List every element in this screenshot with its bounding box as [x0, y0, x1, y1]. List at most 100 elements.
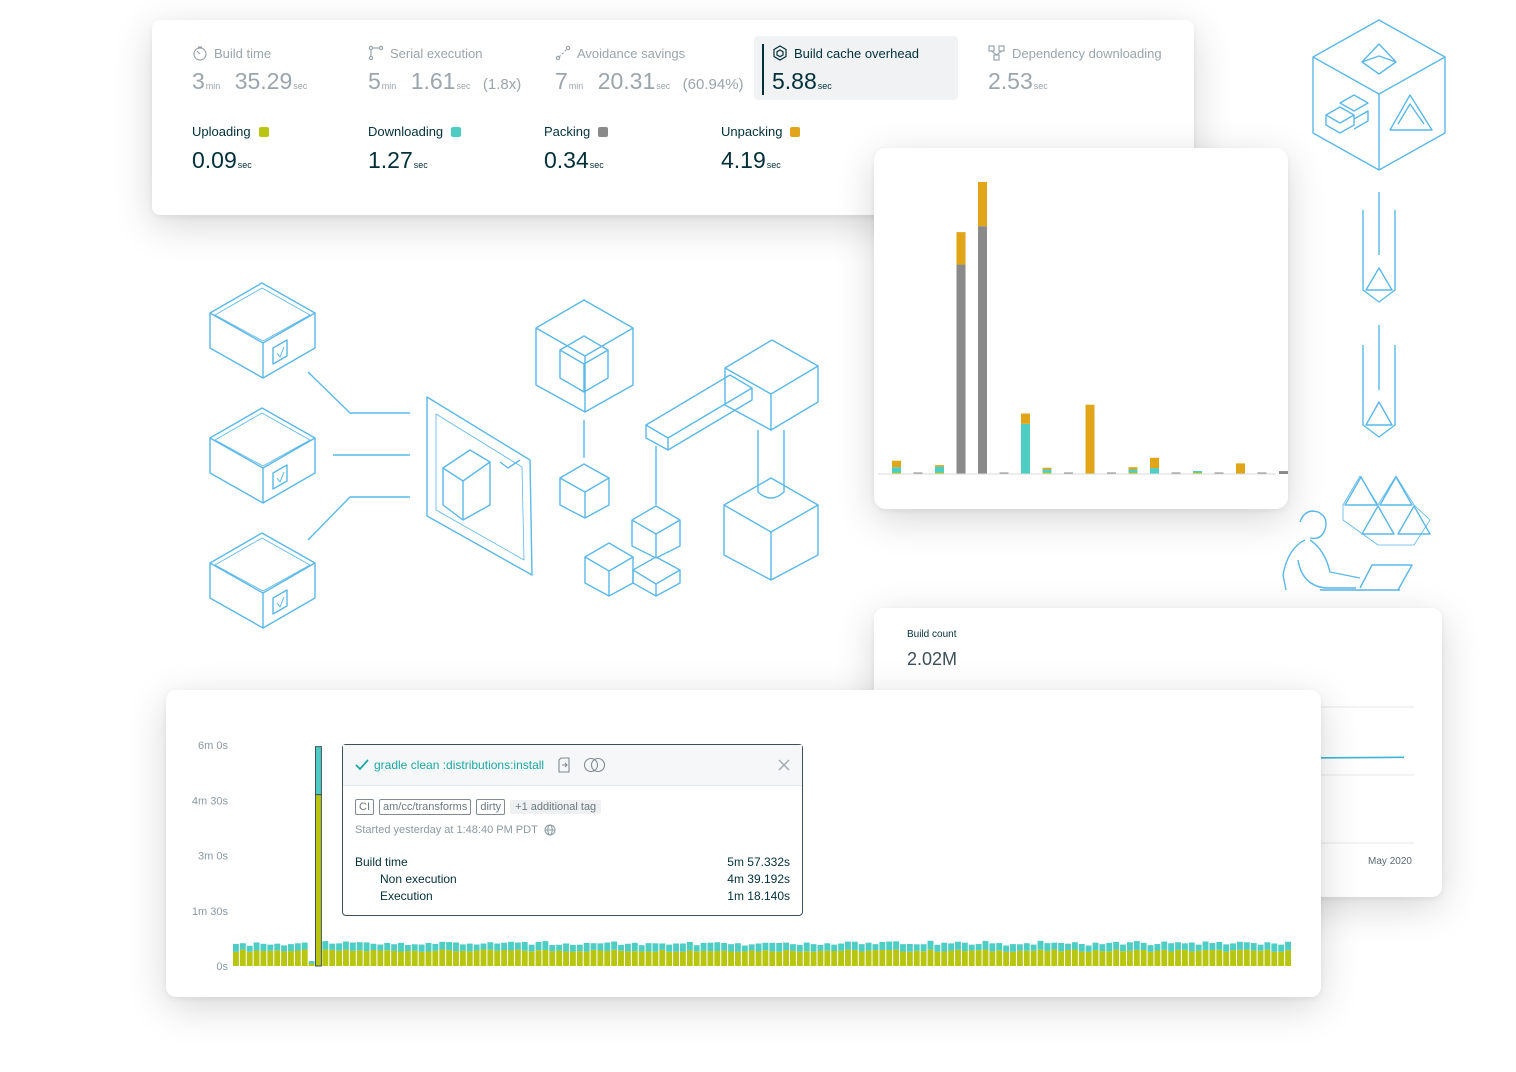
metric-avoidance-savings[interactable]: Avoidance savings 7min 20.31sec (60.94%) — [555, 44, 744, 95]
non-execution-segment[interactable] — [521, 950, 528, 966]
execution-segment[interactable] — [762, 942, 769, 951]
non-execution-segment[interactable] — [1161, 949, 1168, 966]
build-bar[interactable] — [1044, 943, 1051, 966]
non-execution-segment[interactable] — [831, 951, 838, 966]
execution-segment[interactable] — [1126, 942, 1133, 951]
non-execution-segment[interactable] — [308, 963, 315, 966]
execution-segment[interactable] — [961, 942, 968, 952]
non-execution-segment[interactable] — [879, 949, 886, 966]
execution-segment[interactable] — [631, 942, 638, 952]
non-execution-segment[interactable] — [686, 950, 693, 966]
build-bar[interactable] — [1092, 942, 1099, 966]
non-execution-segment[interactable] — [865, 950, 872, 966]
non-execution-segment[interactable] — [1188, 951, 1195, 966]
non-execution-segment[interactable] — [377, 950, 384, 966]
build-bar[interactable] — [652, 943, 659, 966]
execution-segment[interactable] — [1250, 943, 1257, 951]
non-execution-segment[interactable] — [900, 951, 906, 966]
execution-segment[interactable] — [453, 942, 459, 952]
non-execution-segment[interactable] — [239, 949, 246, 966]
execution-segment[interactable] — [941, 942, 948, 952]
non-execution-segment[interactable] — [920, 951, 927, 966]
build-bar[interactable] — [948, 943, 955, 966]
non-execution-segment[interactable] — [886, 950, 893, 966]
non-execution-segment[interactable] — [803, 951, 810, 966]
non-execution-segment[interactable] — [1113, 949, 1120, 966]
non-execution-segment[interactable] — [1058, 951, 1065, 966]
build-bar[interactable] — [631, 942, 638, 966]
non-execution-segment[interactable] — [528, 951, 535, 966]
non-execution-segment[interactable] — [824, 950, 831, 966]
non-execution-segment[interactable] — [1271, 951, 1278, 966]
non-execution-segment[interactable] — [274, 950, 281, 966]
non-execution-segment[interactable] — [1175, 949, 1181, 966]
execution-segment[interactable] — [308, 961, 315, 964]
build-bar[interactable] — [624, 943, 631, 966]
build-bar[interactable] — [968, 944, 975, 966]
execution-segment[interactable] — [1195, 944, 1202, 951]
build-bar[interactable] — [322, 941, 329, 966]
build-bar[interactable] — [817, 944, 824, 966]
execution-segment[interactable] — [707, 942, 714, 952]
non-execution-segment[interactable] — [948, 950, 955, 966]
execution-segment[interactable] — [501, 942, 508, 950]
execution-segment[interactable] — [432, 943, 439, 951]
build-bar[interactable] — [336, 943, 343, 966]
build-bar[interactable] — [673, 943, 679, 966]
execution-segment[interactable] — [996, 943, 1003, 951]
cache-bar-segment[interactable] — [1042, 469, 1052, 473]
execution-segment[interactable] — [893, 941, 900, 950]
build-bar[interactable] — [1154, 943, 1161, 966]
build-bar[interactable] — [384, 942, 391, 966]
execution-segment[interactable] — [886, 941, 893, 951]
execution-segment[interactable] — [1216, 942, 1223, 950]
execution-segment[interactable] — [1257, 944, 1264, 951]
execution-segment[interactable] — [439, 941, 446, 950]
build-bar[interactable] — [1016, 944, 1023, 966]
build-link[interactable]: gradle clean :distributions:install — [374, 758, 544, 772]
more-tags[interactable]: +1 additional tag — [510, 800, 602, 814]
execution-segment[interactable] — [728, 944, 734, 952]
metric-dependency-downloading[interactable]: Dependency downloading 2.53sec — [988, 44, 1162, 95]
cache-bar-segment[interactable] — [892, 467, 901, 473]
execution-segment[interactable] — [535, 942, 542, 951]
build-bar[interactable] — [349, 942, 356, 966]
non-execution-segment[interactable] — [343, 949, 349, 966]
build-bar[interactable] — [872, 944, 879, 966]
execution-segment[interactable] — [384, 942, 391, 951]
execution-segment[interactable] — [618, 944, 624, 951]
non-execution-segment[interactable] — [906, 951, 913, 966]
build-bar[interactable] — [700, 942, 707, 966]
non-execution-segment[interactable] — [851, 949, 858, 966]
non-execution-segment[interactable] — [473, 950, 480, 966]
build-bar[interactable] — [1003, 945, 1010, 966]
non-execution-segment[interactable] — [934, 951, 941, 966]
build-bar[interactable] — [343, 941, 349, 966]
build-bar[interactable] — [734, 943, 741, 966]
non-execution-segment[interactable] — [1030, 950, 1037, 966]
build-bar[interactable] — [549, 945, 556, 966]
build-bar[interactable] — [645, 943, 652, 966]
non-execution-segment[interactable] — [1003, 951, 1010, 966]
execution-segment[interactable] — [1223, 944, 1230, 952]
non-execution-segment[interactable] — [941, 951, 948, 966]
non-execution-segment[interactable] — [576, 951, 583, 966]
build-bar[interactable] — [927, 940, 934, 966]
execution-segment[interactable] — [666, 944, 673, 952]
build-bar[interactable] — [1023, 943, 1030, 966]
build-bar[interactable] — [1188, 942, 1195, 966]
non-execution-segment[interactable] — [611, 949, 618, 966]
execution-segment[interactable] — [1085, 945, 1092, 952]
non-execution-segment[interactable] — [267, 950, 274, 966]
execution-segment[interactable] — [755, 943, 762, 952]
execution-segment[interactable] — [1140, 942, 1147, 950]
build-bar[interactable] — [583, 942, 590, 966]
execution-segment[interactable] — [590, 943, 597, 950]
execution-segment[interactable] — [900, 944, 906, 952]
execution-segment[interactable] — [411, 944, 418, 951]
non-execution-segment[interactable] — [721, 950, 728, 966]
build-bar[interactable] — [1195, 944, 1202, 966]
execution-segment[interactable] — [1243, 942, 1250, 950]
build-bar[interactable] — [989, 943, 996, 966]
execution-segment[interactable] — [576, 944, 583, 952]
